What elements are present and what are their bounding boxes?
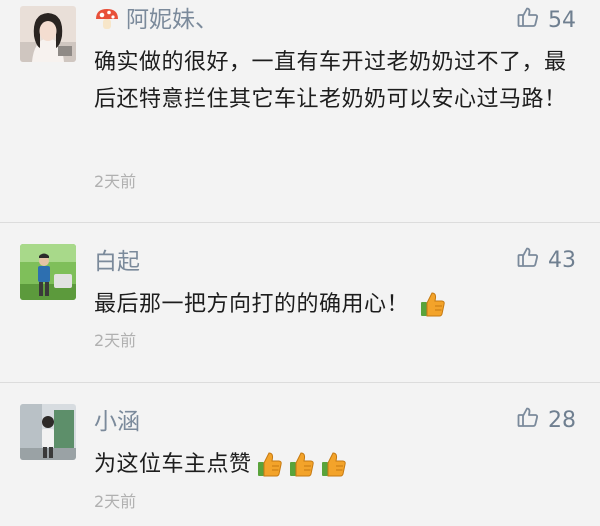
like-button[interactable]: 43 [516, 246, 576, 274]
thumbs-up-outline-icon [516, 5, 540, 35]
comment-text: 最后那一把方向打的的确用心！ [94, 286, 574, 331]
like-button[interactable]: 28 [516, 406, 576, 434]
divider [0, 222, 600, 223]
avatar[interactable] [20, 6, 76, 62]
thumbs-up-outline-icon [516, 405, 540, 435]
avatar[interactable] [20, 244, 76, 300]
timestamp: 2天前 [94, 172, 137, 191]
thumbs-up-emoji-icon [254, 449, 284, 491]
thumbs-up-outline-icon [516, 245, 540, 275]
thumbs-up-emoji-icon [318, 449, 348, 491]
like-count: 54 [548, 7, 576, 33]
timestamp: 2天前 [94, 492, 137, 511]
username-text: 白起 [94, 249, 140, 275]
thumbs-up-emoji-icon [286, 449, 316, 491]
thumbs-up-emoji-icon [417, 289, 447, 331]
username-text: 阿妮妹、 [126, 7, 218, 33]
comment-text-body: 最后那一把方向打的的确用心！ [94, 292, 410, 317]
comment-text-body: 为这位车主点赞 [94, 452, 252, 477]
emoji-group [417, 289, 447, 331]
mushroom-icon [94, 7, 120, 38]
comment-list: 阿妮妹、 54 确实做的很好，一直有车开过老奶奶过不了，最后还特意拦住其它车让老… [0, 0, 600, 526]
timestamp: 2天前 [94, 331, 137, 350]
username[interactable]: 小涵 [94, 408, 140, 436]
emoji-group [254, 449, 348, 491]
username-text: 小涵 [94, 409, 140, 435]
like-count: 28 [548, 407, 576, 433]
username[interactable]: 阿妮妹、 [94, 6, 218, 38]
username[interactable]: 白起 [94, 248, 140, 276]
like-button[interactable]: 54 [516, 6, 576, 34]
avatar[interactable] [20, 404, 76, 460]
divider [0, 382, 600, 383]
comment-text: 确实做的很好，一直有车开过老奶奶过不了，最后还特意拦住其它车让老奶奶可以安心过马… [94, 50, 567, 112]
like-count: 43 [548, 247, 576, 273]
comment-text: 为这位车主点赞 [94, 446, 574, 491]
